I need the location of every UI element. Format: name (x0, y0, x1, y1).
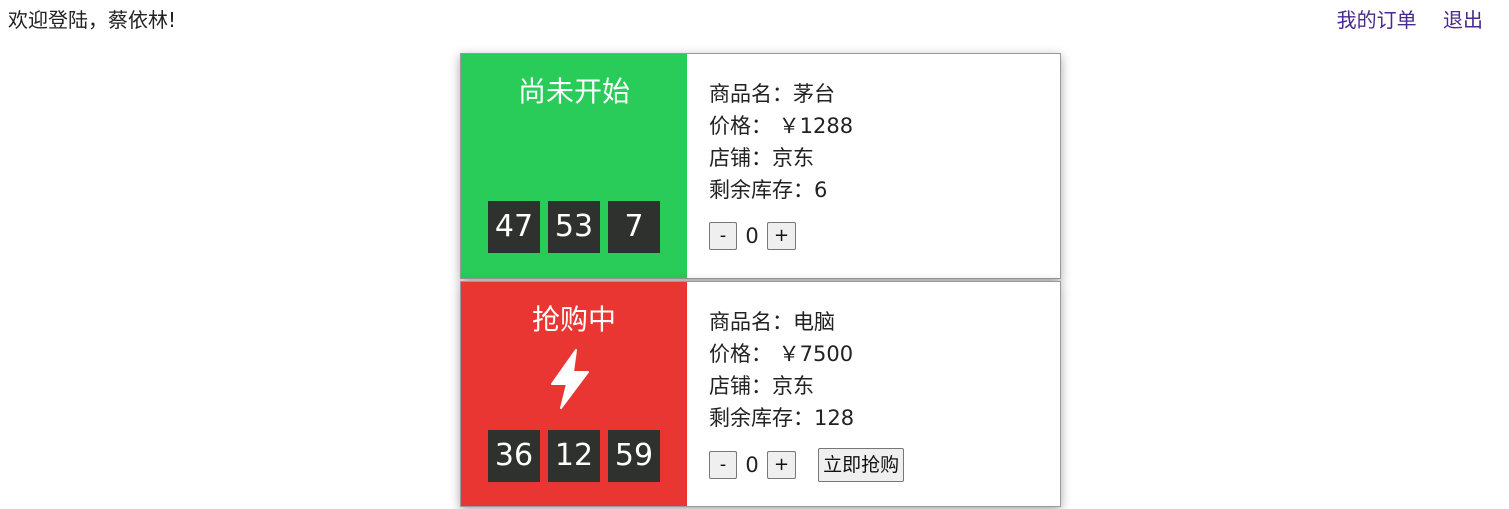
lightning-icon (551, 349, 589, 409)
countdown-timer: 47 53 7 (488, 201, 660, 253)
quantity-stepper: - 0 + 立即抢购 (709, 448, 905, 482)
countdown-timer: 36 12 59 (488, 430, 660, 482)
welcome-text: 欢迎登陆，蔡依林! (8, 8, 177, 32)
product-price: 价格： ￥1288 (709, 114, 854, 138)
decrease-button[interactable]: - (709, 222, 737, 250)
status-label: 尚未开始 (517, 75, 630, 108)
quantity-value: 0 (745, 224, 759, 248)
product-card: 抢购中 36 12 59 商品名：电脑 价格： ￥7500 店铺：京东 剩余库存… (460, 281, 1061, 507)
increase-button[interactable]: + (767, 451, 797, 479)
product-card: 尚未开始 47 53 7 商品名：茅台 价格： ￥1288 店铺：京东 剩余库存… (460, 53, 1061, 279)
countdown-hours: 36 (488, 430, 540, 482)
countdown-minutes: 12 (548, 430, 600, 482)
quantity-value: 0 (745, 453, 759, 477)
quantity-stepper: - 0 + (709, 222, 853, 250)
status-panel: 抢购中 36 12 59 (461, 282, 687, 506)
top-nav: 我的订单 退出 (1317, 6, 1483, 34)
countdown-minutes: 53 (548, 201, 600, 253)
countdown-hours: 47 (488, 201, 540, 253)
product-info: 商品名：茅台 价格： ￥1288 店铺：京东 剩余库存：6 - 0 + (687, 54, 853, 278)
countdown-seconds: 59 (608, 430, 660, 482)
status-panel: 尚未开始 47 53 7 (461, 54, 687, 278)
product-stock: 剩余库存：6 (709, 178, 828, 202)
product-name: 商品名：电脑 (709, 310, 835, 334)
countdown-seconds: 7 (608, 201, 660, 253)
logout-link[interactable]: 退出 (1443, 8, 1483, 32)
product-shop: 店铺：京东 (709, 146, 814, 170)
product-stock: 剩余库存：128 (709, 406, 855, 430)
my-orders-link[interactable]: 我的订单 (1337, 8, 1417, 32)
product-name: 商品名：茅台 (709, 82, 835, 106)
product-info: 商品名：电脑 价格： ￥7500 店铺：京东 剩余库存：128 - 0 + 立即… (687, 282, 905, 506)
buy-now-button[interactable]: 立即抢购 (818, 448, 905, 482)
status-label: 抢购中 (531, 303, 616, 336)
increase-button[interactable]: + (767, 222, 797, 250)
decrease-button[interactable]: - (709, 451, 737, 479)
product-shop: 店铺：京东 (709, 374, 814, 398)
product-price: 价格： ￥7500 (709, 342, 854, 366)
